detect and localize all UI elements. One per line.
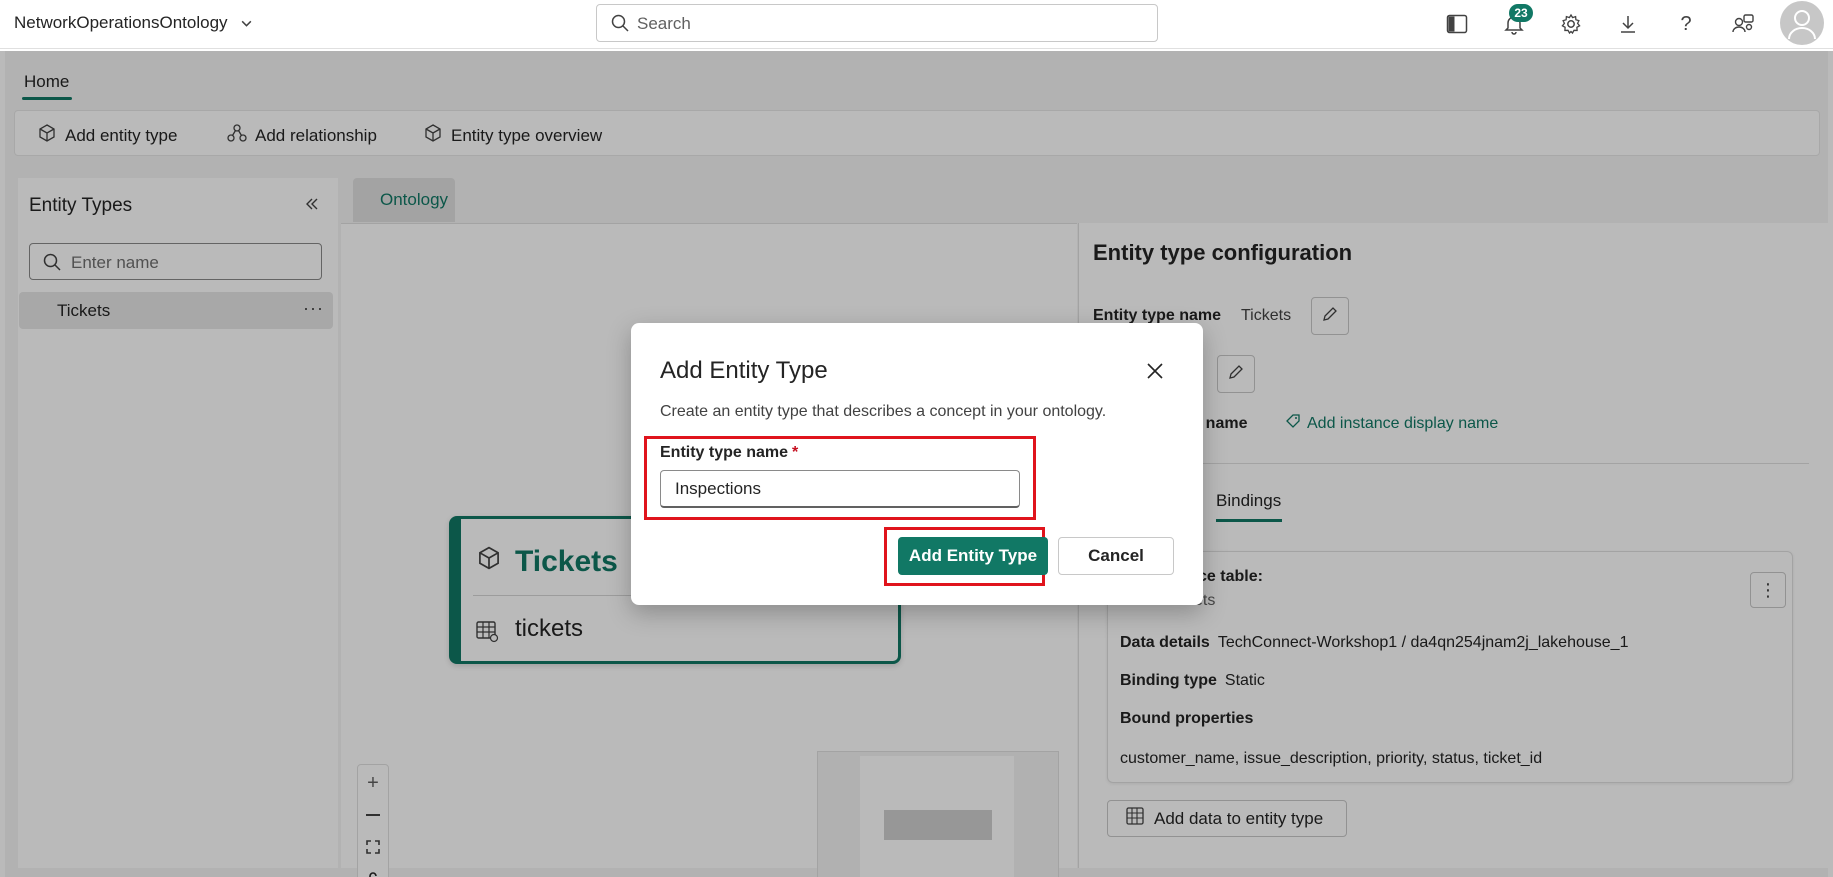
entity-name-field-label: Entity type name * — [660, 444, 798, 462]
add-entity-type-dialog: Add Entity Type Create an entity type th… — [631, 323, 1203, 605]
chevron-down-icon[interactable] — [240, 17, 253, 35]
avatar[interactable] — [1780, 1, 1824, 45]
search-input[interactable]: Search — [596, 4, 1158, 42]
top-bar: NetworkOperationsOntology Search 23 ? — [0, 0, 1833, 49]
cancel-button[interactable]: Cancel — [1058, 537, 1174, 575]
add-entity-type-submit-button[interactable]: Add Entity Type — [898, 537, 1048, 575]
search-placeholder: Search — [637, 14, 691, 33]
dialog-description: Create an entity type that describes a c… — [660, 403, 1107, 420]
search-icon — [611, 14, 629, 37]
field-label-text: Entity type name — [660, 444, 789, 461]
help-icon[interactable]: ? — [1672, 10, 1700, 38]
close-icon[interactable] — [1142, 358, 1168, 384]
download-icon[interactable] — [1614, 10, 1642, 38]
notification-badge: 23 — [1509, 4, 1533, 22]
sidebar-toggle-icon[interactable] — [1443, 10, 1471, 38]
share-people-icon[interactable] — [1729, 10, 1757, 38]
workspace-name[interactable]: NetworkOperationsOntology — [14, 13, 228, 33]
gear-icon[interactable] — [1557, 10, 1585, 38]
required-mark: * — [792, 444, 799, 461]
entity-name-input[interactable] — [660, 470, 1020, 508]
dialog-title: Add Entity Type — [660, 357, 828, 384]
